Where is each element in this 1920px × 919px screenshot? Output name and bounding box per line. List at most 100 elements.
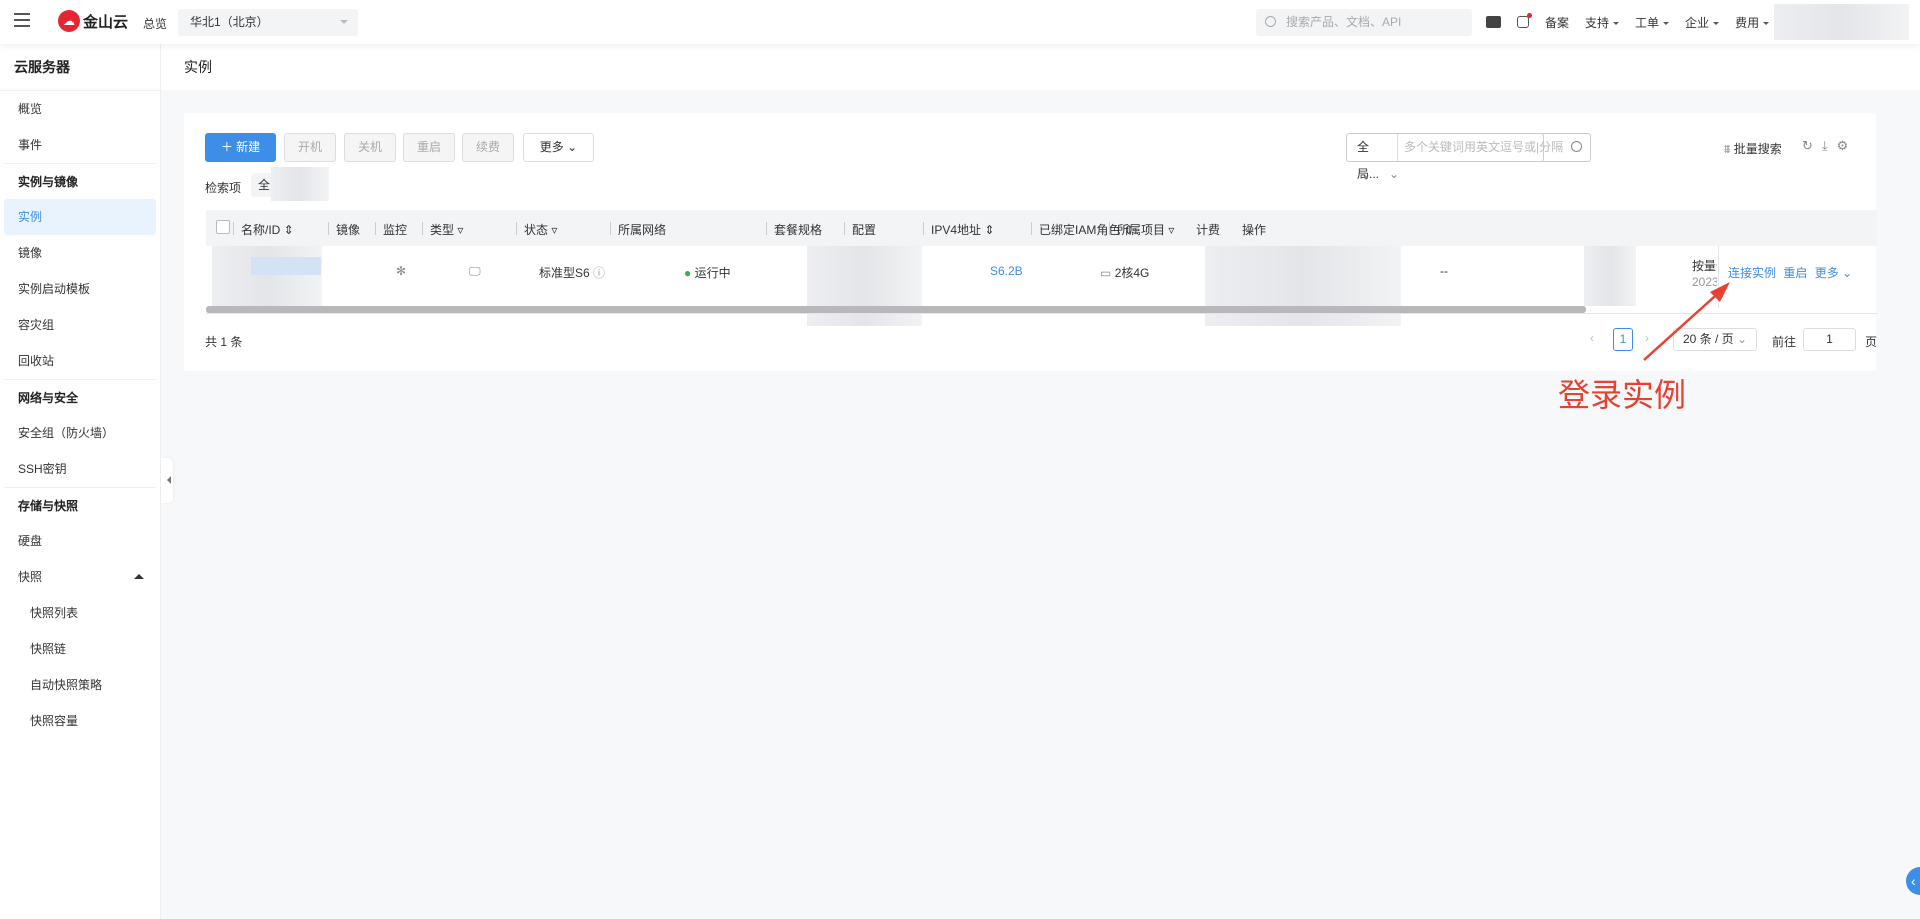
download-icon[interactable]: ⤓: [1822, 138, 1837, 153]
menu-icon[interactable]: [14, 13, 30, 27]
sidebar: 云服务器 概览 事件 实例与镜像 实例 镜像 实例启动模板 容灾组 回收站 网络…: [0, 44, 161, 919]
sidebar-item-auto-snapshot[interactable]: 自动快照策略: [4, 667, 156, 703]
goto-label: 前往: [1772, 335, 1797, 349]
user-avatar[interactable]: [1774, 4, 1909, 40]
col-billing: 计费方: [1196, 223, 1221, 237]
stop-button[interactable]: 关机: [344, 133, 396, 162]
search-placeholder: 搜索产品、文档、API: [1286, 15, 1402, 29]
instance-name-link[interactable]: [251, 257, 321, 275]
info-icon[interactable]: ⓘ: [593, 266, 605, 280]
batch-search-icon: ⩩: [1724, 142, 1731, 156]
more-button[interactable]: 更多 ⌄: [523, 133, 594, 162]
col-project[interactable]: 所属项目 ▿: [1108, 221, 1174, 238]
overview-link[interactable]: 总览: [143, 15, 167, 32]
global-search[interactable]: 搜索产品、文档、API: [1256, 9, 1472, 36]
horizontal-scrollbar[interactable]: [206, 306, 1586, 313]
col-status[interactable]: 状态 ▿: [515, 221, 557, 238]
col-type[interactable]: 类型 ▿: [421, 221, 463, 238]
sidebar-item-instances[interactable]: 实例: [4, 199, 156, 235]
caret-up-icon: [134, 574, 144, 579]
nav-support[interactable]: 支持: [1585, 14, 1619, 31]
caret-down-icon: [340, 20, 348, 28]
region-select[interactable]: 华北1（北京）: [178, 9, 358, 36]
language-icon[interactable]: [1486, 16, 1501, 28]
snapshots-label: 快照: [18, 570, 43, 584]
instance-type: 标准型S6 ⓘ: [539, 264, 605, 281]
scope-dropdown[interactable]: 全局... ⌄: [1346, 133, 1399, 181]
billing-value: 按量付: [1692, 259, 1717, 273]
keyword-search-input[interactable]: 多个关键词用英文逗号或|分隔: [1397, 133, 1591, 162]
logo[interactable]: ☁ 金山云: [58, 10, 128, 32]
sidebar-item-launch-templates[interactable]: 实例启动模板: [4, 271, 156, 307]
start-button[interactable]: 开机: [284, 133, 336, 162]
search-icon: [1265, 16, 1276, 27]
keyword-placeholder: 多个关键词用英文逗号或|分隔: [1404, 140, 1564, 154]
goto-page-input[interactable]: 1: [1803, 328, 1856, 351]
batch-search-label: 批量搜索: [1733, 142, 1782, 156]
float-expand-button[interactable]: ‹: [1906, 867, 1920, 895]
sidebar-group-instances: 实例与镜像: [4, 163, 156, 199]
sidebar-item-disks[interactable]: 硬盘: [4, 523, 156, 559]
annotation-arrow-icon: [1643, 282, 1730, 361]
monitor-icon[interactable]: 🖵: [469, 264, 481, 279]
col-spec: 套餐规格: [765, 222, 823, 237]
sidebar-item-images[interactable]: 镜像: [4, 235, 156, 271]
renew-button[interactable]: 续费: [462, 133, 514, 162]
project-blur: [1584, 246, 1636, 306]
sidebar-item-events[interactable]: 事件: [4, 127, 156, 163]
col-ipv4[interactable]: IPV4地址 ⇕: [922, 221, 994, 238]
instance-card: ＋ 新建 开机 关机 重启 续费 更多 ⌄ 全局... ⌄ 多个关键词用英文逗号…: [184, 113, 1877, 371]
sidebar-item-security-groups[interactable]: 安全组（防火墙）: [4, 415, 156, 451]
sidebar-group-storage: 存储与快照: [4, 487, 156, 523]
network-blur: [807, 246, 922, 326]
batch-search-button[interactable]: ⩩ 批量搜索: [1724, 140, 1782, 157]
message-icon[interactable]: [1517, 13, 1532, 28]
nav-enterprise[interactable]: 企业: [1685, 14, 1719, 31]
status-badge: ● 运行中: [684, 264, 731, 281]
nav-ticket[interactable]: 工单: [1635, 14, 1669, 31]
sidebar-item-snapshot-capacity[interactable]: 快照容量: [4, 703, 156, 739]
col-monitor: 监控: [374, 222, 408, 237]
nav-beian[interactable]: 备案: [1545, 14, 1569, 31]
image-gear-icon: ✻: [396, 264, 407, 278]
new-button[interactable]: ＋ 新建: [205, 133, 276, 162]
region-value: 华北1（北京）: [190, 15, 269, 29]
filter-label: 检索项: [205, 181, 242, 195]
disk-icon: ▭: [1100, 266, 1112, 280]
cloud-logo-icon: ☁: [58, 10, 80, 32]
connect-instance-link[interactable]: 连接实例: [1728, 266, 1776, 280]
prev-page-icon[interactable]: ‹: [1590, 331, 1594, 345]
sidebar-item-snapshot-chain[interactable]: 快照链: [4, 631, 156, 667]
col-config: 配置: [843, 222, 877, 237]
settings-icon[interactable]: ⚙: [1837, 138, 1858, 153]
filter-tag-blur: [271, 167, 329, 201]
sidebar-item-overview[interactable]: 概览: [4, 91, 156, 127]
table-header: 名称/ID ⇕ 镜像 监控 类型 ▿ 状态 ▿ 所属网络 套餐规格 配置 IPV…: [206, 210, 1877, 246]
select-all-checkbox[interactable]: [216, 220, 230, 234]
type-value: 标准型S6: [539, 266, 590, 280]
sidebar-item-ssh-keys[interactable]: SSH密钥: [4, 451, 156, 487]
running-dot-icon: ●: [684, 266, 692, 280]
col-actions: 操作: [1242, 223, 1267, 237]
more-actions-link[interactable]: 更多 ⌄: [1815, 266, 1852, 280]
nav-billing[interactable]: 费用: [1735, 14, 1769, 31]
refresh-icon[interactable]: ↻: [1802, 138, 1822, 153]
total-count: 共 1 条: [205, 335, 243, 349]
restart-link[interactable]: 重启: [1783, 266, 1807, 280]
col-name[interactable]: 名称/ID ⇕: [233, 221, 294, 238]
col-network: 所属网络: [609, 222, 667, 237]
filter-value: 全: [258, 178, 271, 192]
sidebar-item-recycle-bin[interactable]: 回收站: [4, 343, 156, 379]
sidebar-item-snapshot-list[interactable]: 快照列表: [4, 595, 156, 631]
actions: 连接实例 重启 更多 ⌄: [1728, 264, 1852, 281]
search-icon: [1571, 141, 1582, 152]
page-1[interactable]: 1: [1613, 328, 1633, 351]
restart-button[interactable]: 重启: [403, 133, 455, 162]
sidebar-collapse-toggle[interactable]: [161, 458, 173, 503]
sidebar-item-snapshots[interactable]: 快照: [4, 559, 156, 595]
annotation-label: 登录实例: [1558, 377, 1687, 413]
top-header: ☁ 金山云 总览 华北1（北京） 搜索产品、文档、API 备案 支持 工单 企业 …: [0, 0, 1920, 44]
instance-name-blur[interactable]: [212, 246, 322, 306]
sidebar-item-dr-groups[interactable]: 容灾组: [4, 307, 156, 343]
spec-link[interactable]: S6.2B: [990, 264, 1023, 278]
